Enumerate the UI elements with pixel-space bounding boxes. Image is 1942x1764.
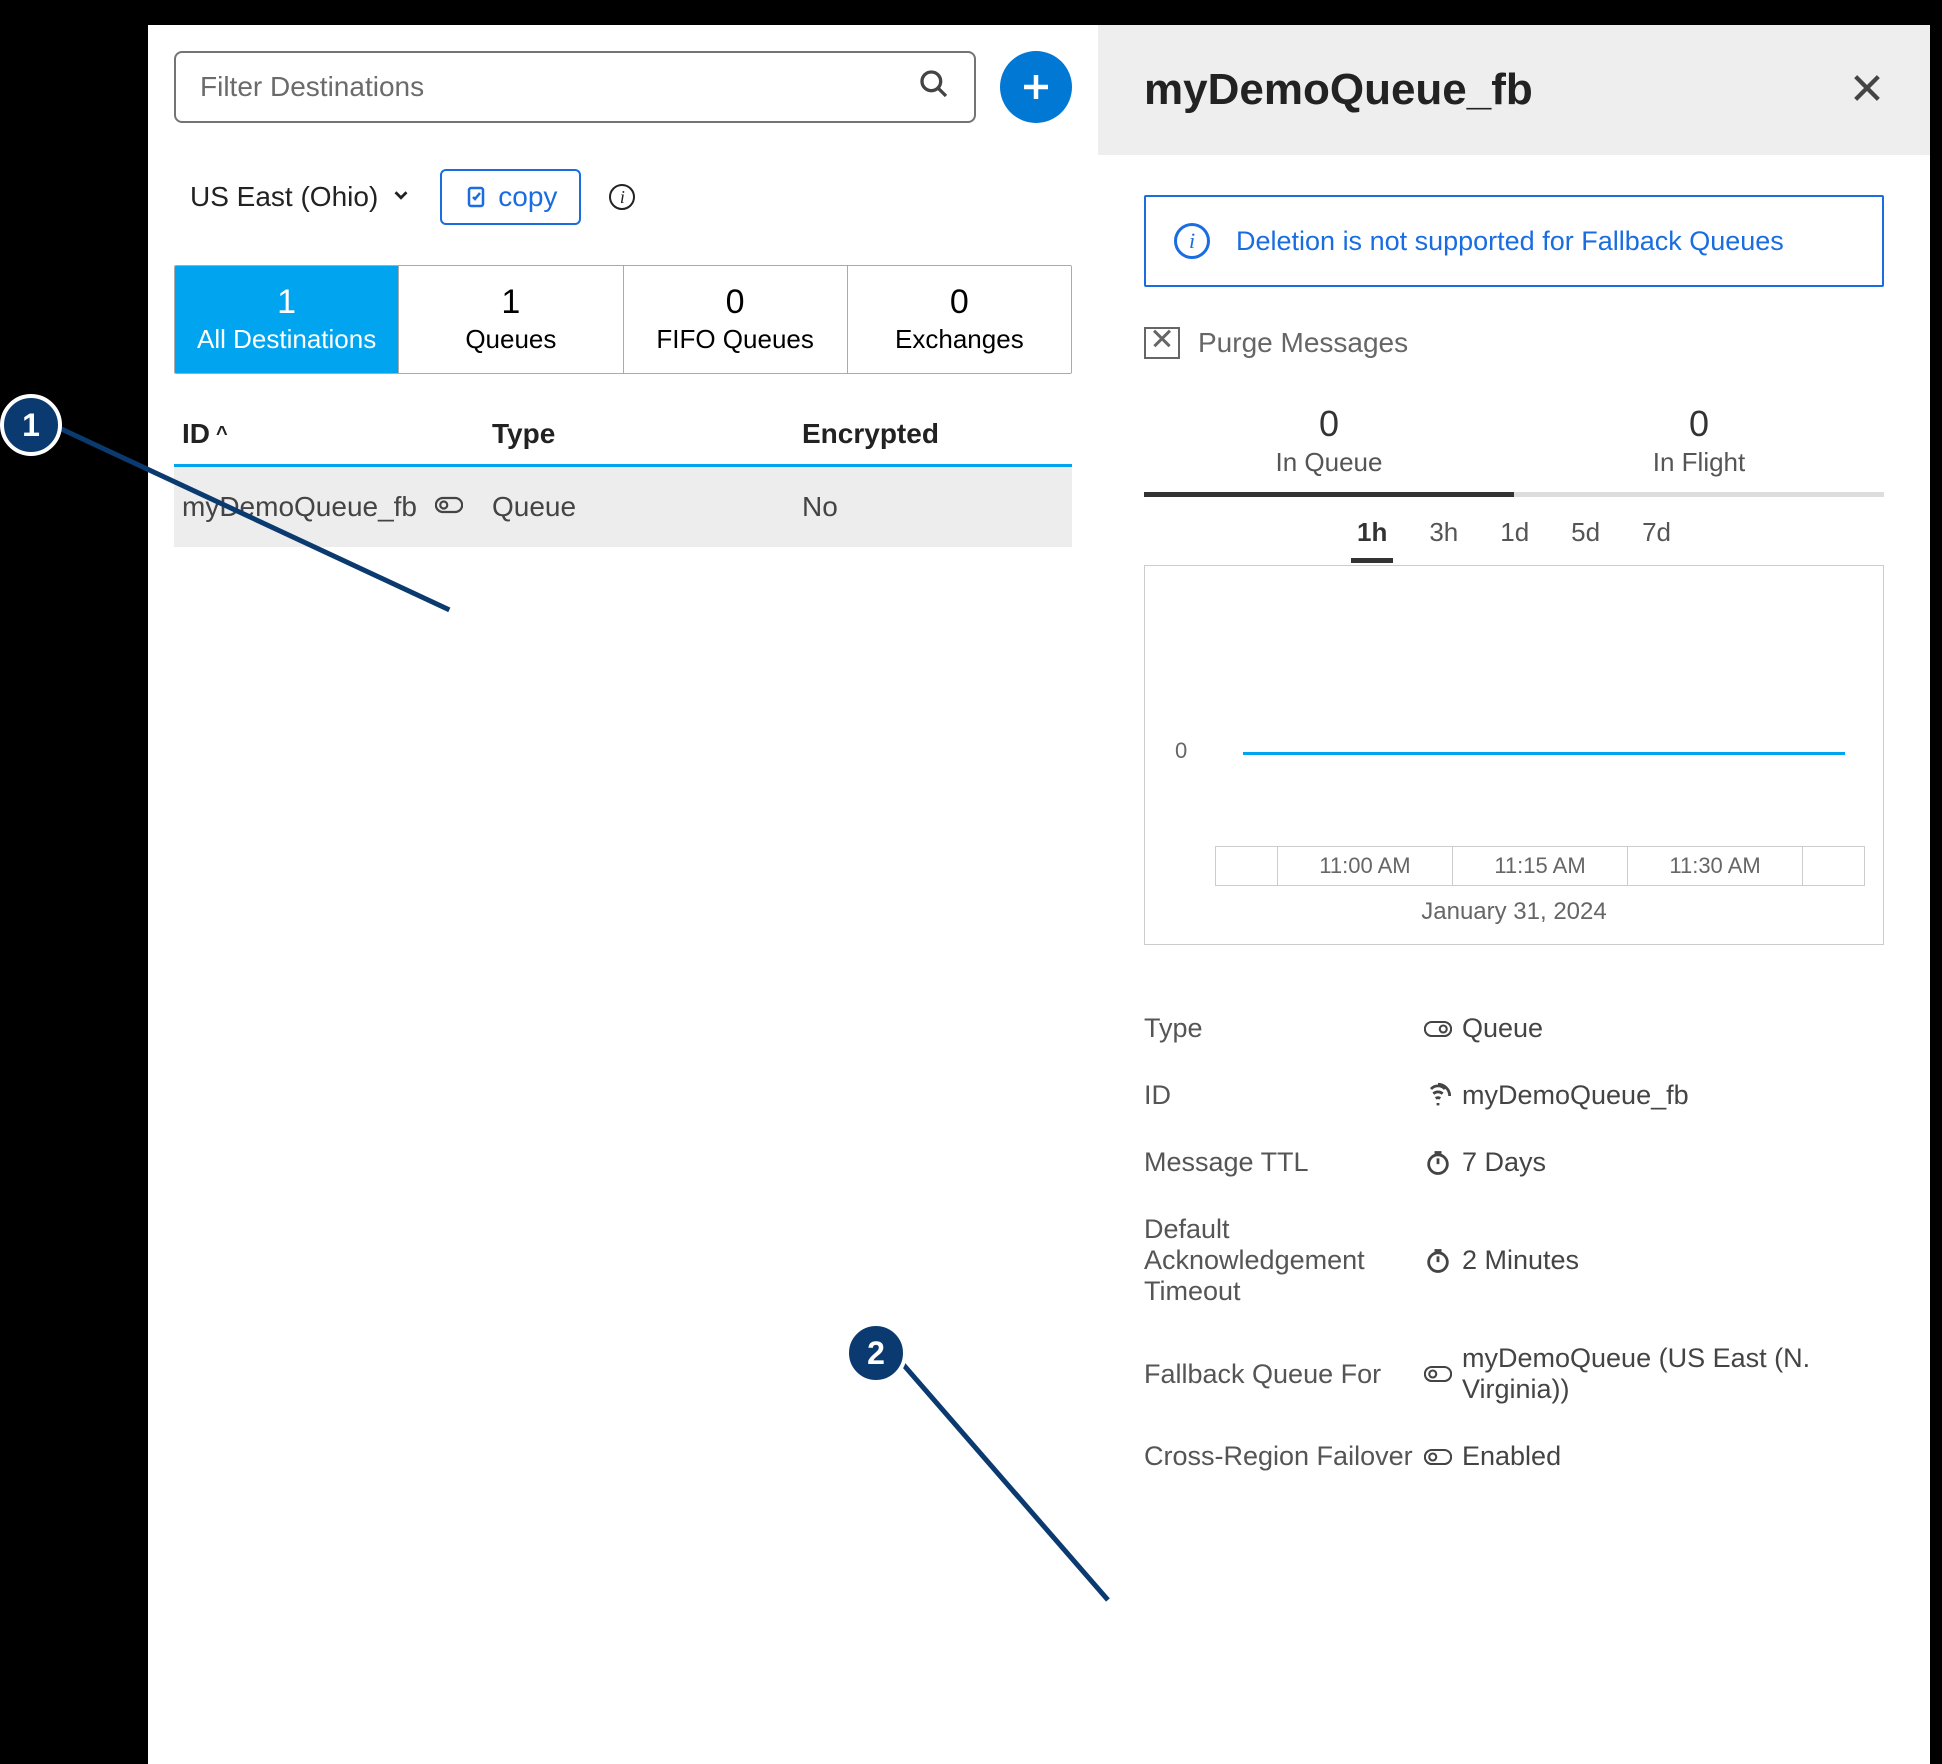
queue-icon xyxy=(1414,1443,1462,1471)
time-range-tabs: 1h 3h 1d 5d 7d xyxy=(1144,511,1884,563)
row-type: Queue xyxy=(492,491,802,523)
region-selector[interactable]: US East (Ohio) xyxy=(190,181,412,213)
copy-label: copy xyxy=(498,181,557,213)
info-banner-text: Deletion is not supported for Fallback Q… xyxy=(1236,226,1784,257)
chart-series-line xyxy=(1243,752,1845,755)
search-input[interactable] xyxy=(200,71,918,103)
app-window: US East (Ohio) copy i 1 All Destinations… xyxy=(148,25,1930,1764)
col-id[interactable]: ID ^ xyxy=(182,418,492,450)
purge-label: Purge Messages xyxy=(1198,327,1408,359)
tab-all-destinations[interactable]: 1 All Destinations xyxy=(175,266,399,373)
detail-row: Message TTL 7 Days xyxy=(1144,1129,1884,1196)
detail-properties: Type Queue ID myDemoQueue_fb Message TTL… xyxy=(1144,995,1884,1490)
table-row[interactable]: myDemoQueue_fb Queue No xyxy=(174,467,1072,547)
tab-exchanges[interactable]: 0 Exchanges xyxy=(848,266,1071,373)
col-encrypted[interactable]: Encrypted xyxy=(802,418,1064,450)
range-1h[interactable]: 1h xyxy=(1351,511,1393,563)
search-box[interactable] xyxy=(174,51,976,123)
stat-in-queue[interactable]: 0 In Queue xyxy=(1144,393,1514,497)
callout-1: 1 xyxy=(0,394,62,456)
chart-date: January 31, 2024 xyxy=(1145,898,1883,926)
range-7d[interactable]: 7d xyxy=(1636,511,1677,563)
clock-icon xyxy=(1414,1149,1462,1177)
detail-row: Default Acknowledgement Timeout 2 Minute… xyxy=(1144,1196,1884,1325)
stat-in-flight[interactable]: 0 In Flight xyxy=(1514,393,1884,497)
destination-tabs: 1 All Destinations 1 Queues 0 FIFO Queue… xyxy=(174,265,1072,374)
tab-queues[interactable]: 1 Queues xyxy=(399,266,623,373)
chart-x-axis: 11:00 AM 11:15 AM 11:30 AM xyxy=(1215,846,1865,886)
purge-messages-button[interactable]: Purge Messages xyxy=(1144,327,1884,359)
add-destination-button[interactable] xyxy=(1000,51,1072,123)
info-icon[interactable]: i xyxy=(609,184,635,210)
chart-y-zero: 0 xyxy=(1175,738,1187,764)
queue-icon xyxy=(1414,1015,1462,1043)
sort-ascending-icon: ^ xyxy=(216,423,228,446)
detail-row: Fallback Queue For myDemoQueue (US East … xyxy=(1144,1325,1884,1423)
queue-icon xyxy=(435,491,463,523)
chart: 0 11:00 AM 11:15 AM 11:30 AM January 31,… xyxy=(1144,565,1884,945)
info-banner: i Deletion is not supported for Fallback… xyxy=(1144,195,1884,287)
queue-icon xyxy=(1414,1360,1462,1388)
chevron-down-icon xyxy=(390,181,412,213)
detail-title: myDemoQueue_fb xyxy=(1144,65,1533,115)
search-icon xyxy=(918,68,950,107)
row-id: myDemoQueue_fb xyxy=(182,491,417,523)
detail-row: Type Queue xyxy=(1144,995,1884,1062)
callout-2: 2 xyxy=(845,1322,907,1384)
destinations-panel: US East (Ohio) copy i 1 All Destinations… xyxy=(148,25,1098,1764)
range-1d[interactable]: 1d xyxy=(1494,511,1535,563)
range-5d[interactable]: 5d xyxy=(1565,511,1606,563)
purge-icon xyxy=(1144,327,1180,359)
info-icon: i xyxy=(1174,223,1210,259)
copy-button[interactable]: copy xyxy=(440,169,581,225)
detail-panel: myDemoQueue_fb i Deletion is not support… xyxy=(1098,25,1930,1764)
range-3h[interactable]: 3h xyxy=(1423,511,1464,563)
fingerprint-icon xyxy=(1414,1082,1462,1110)
detail-row: ID myDemoQueue_fb xyxy=(1144,1062,1884,1129)
close-icon[interactable] xyxy=(1850,71,1884,110)
clock-icon xyxy=(1414,1247,1462,1275)
destinations-table: ID ^ Type Encrypted myDemoQueue_fb Queue… xyxy=(174,418,1072,547)
detail-row: Cross-Region Failover Enabled xyxy=(1144,1423,1884,1490)
tab-fifo-queues[interactable]: 0 FIFO Queues xyxy=(624,266,848,373)
stats-tabs: 0 In Queue 0 In Flight xyxy=(1144,393,1884,497)
col-type[interactable]: Type xyxy=(492,418,802,450)
row-encrypted: No xyxy=(802,491,1064,523)
region-label: US East (Ohio) xyxy=(190,181,378,213)
